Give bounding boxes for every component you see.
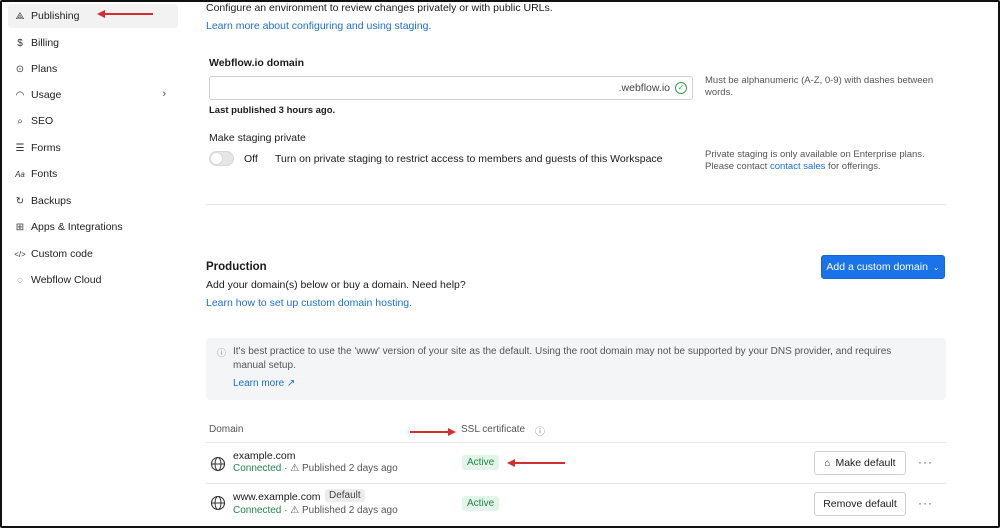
hosting-help-link[interactable]: Learn how to set up custom domain hostin… [206,297,412,309]
home-icon: ⌂ [824,457,831,469]
table-header-divider [206,442,946,443]
sidebar-item-label: Webflow Cloud [31,274,102,286]
private-staging-toggle[interactable] [209,151,234,166]
production-title: Production [206,261,267,273]
sidebar: ⟁ Publishing $ Billing ⊙ Plans ◠ Usage ›… [2,2,178,526]
fonts-icon: Aa [15,169,25,179]
make-default-button[interactable]: ⌂ Make default [814,451,906,475]
apps-icon: ⊞ [15,221,25,233]
row-divider [206,483,946,484]
toggle-state: Off [244,153,258,165]
sidebar-item-backups[interactable]: ↻ Backups [8,189,178,213]
col-domain-header: Domain [209,424,244,435]
sidebar-item-webflow-cloud[interactable]: ◌ Webflow Cloud [8,268,178,292]
cloud-icon: ◌ [17,274,23,286]
sidebar-item-apps-integrations[interactable]: ⊞ Apps & Integrations [8,215,178,239]
sidebar-item-label: Publishing [31,10,80,22]
sidebar-item-label: Forms [31,142,61,154]
main-content: Configure an environment to review chang… [206,0,946,528]
ssl-status-badge: Active [462,496,500,511]
section-divider [206,204,946,205]
contact-sales-link[interactable]: contact sales [770,161,825,172]
sidebar-item-label: SEO [31,115,54,127]
www-notice: ⓘ It's best practice to use the 'www' ve… [206,338,946,400]
ssl-status-badge: Active [462,455,500,470]
chevron-down-icon: ⌄ [932,262,940,272]
webflow-domain-input[interactable]: .webflow.io ✓ [209,76,693,100]
domain-label: Webflow.io domain [209,57,305,69]
sidebar-item-label: Backups [31,195,72,207]
annotation-arrow-right-icon [410,428,456,436]
domain-name[interactable]: example.com [233,450,295,462]
sidebar-item-seo[interactable]: ⌕ SEO [8,109,178,133]
sidebar-item-label: Billing [31,37,60,49]
gauge-icon: ◠ [15,89,25,101]
staging-description: Configure an environment to review chang… [206,2,553,14]
rocket-icon: ⟁ [15,10,25,22]
sidebar-item-billing[interactable]: $ Billing [8,31,178,55]
col-ssl-header: SSL certificate [461,424,526,435]
globe-icon [210,495,226,511]
sidebar-item-forms[interactable]: ☰ Forms [8,136,178,160]
globe-icon [210,456,226,472]
last-published: Last published 3 hours ago. [209,105,336,116]
domain-hint: Must be alphanumeric (A-Z, 0-9) with das… [705,75,934,98]
sidebar-item-fonts[interactable]: Aa Fonts [8,162,178,186]
sidebar-item-label: Fonts [31,168,58,180]
ssl-info-icon[interactable]: ⓘ [535,423,545,438]
code-icon: </> [14,249,26,259]
sidebar-item-usage[interactable]: ◠ Usage › [8,83,178,107]
default-tag: Default [325,489,365,502]
annotation-arrow-left-icon [97,10,153,18]
remove-default-button[interactable]: Remove default [814,492,906,516]
search-icon: ⌕ [17,115,23,127]
production-subtitle: Add your domain(s) below or buy a domain… [206,279,466,291]
notice-text-line2: manual setup. [233,360,296,371]
sidebar-item-label: Apps & Integrations [31,221,123,233]
annotation-arrow-left-icon [507,459,565,467]
info-icon: ⓘ [217,348,227,358]
notice-learn-more-link[interactable]: Learn more ↗ [233,378,295,389]
plans-icon: ⊙ [15,63,25,75]
domain-suffix: .webflow.io [618,82,670,94]
private-staging-label: Make staging private [209,132,306,144]
backups-icon: ↻ [15,195,25,207]
enterprise-note-line2: Please contact contact sales for offerin… [705,161,881,172]
toggle-knob [211,153,222,164]
staging-learn-link[interactable]: Learn more about configuring and using s… [206,20,431,32]
dollar-icon: $ [17,37,23,49]
notice-text-line1: It's best practice to use the 'www' vers… [233,346,892,357]
domain-name[interactable]: www.example.com [233,491,321,503]
chevron-right-icon: › [162,88,166,100]
more-options-icon[interactable]: ··· [918,455,933,469]
sidebar-item-plans[interactable]: ⊙ Plans [8,57,178,81]
domain-status-line: Connected · ⚠ Published 2 days ago [233,463,398,474]
enterprise-note-line1: Private staging is only available on Ent… [705,149,925,160]
toggle-description: Turn on private staging to restrict acce… [275,153,663,165]
sidebar-item-label: Plans [31,63,58,75]
add-custom-domain-button[interactable]: Add a custom domain ⌄ [821,255,945,279]
more-options-icon[interactable]: ··· [918,496,933,510]
sidebar-item-label: Usage [31,89,62,101]
domain-status-line: Connected · ⚠ Published 2 days ago [233,505,398,516]
forms-icon: ☰ [15,142,25,154]
sidebar-item-custom-code[interactable]: </> Custom code [8,242,178,266]
check-circle-icon: ✓ [675,82,687,94]
sidebar-item-label: Custom code [31,248,93,260]
